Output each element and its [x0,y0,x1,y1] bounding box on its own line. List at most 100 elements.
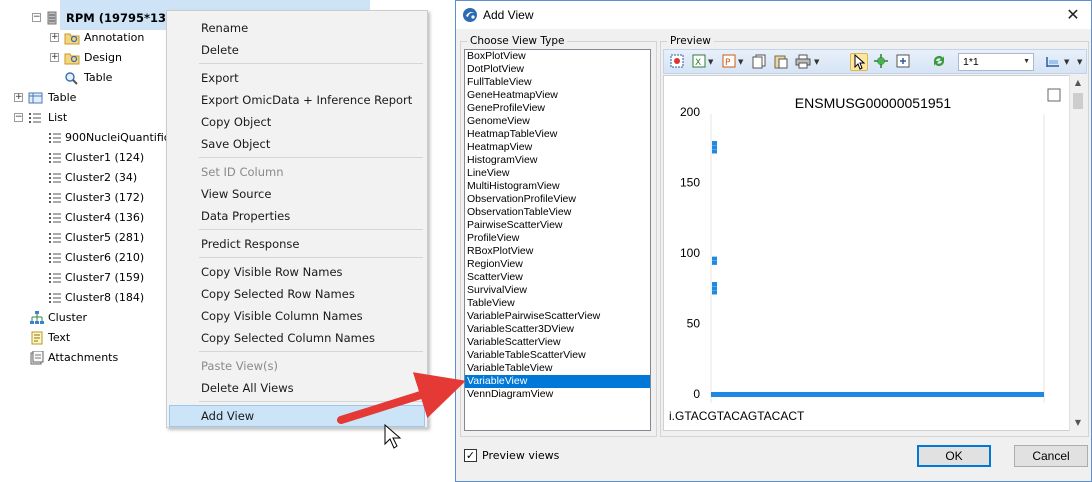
view-type-item[interactable]: ScatterView [465,271,650,284]
menu-item-copy-object[interactable]: Copy Object [201,112,271,132]
data-point [712,141,717,146]
layout-icon[interactable] [1044,53,1062,71]
view-type-item[interactable]: GeneProfileView [465,102,650,115]
data-point [712,145,717,150]
menu-item-delete-all-views[interactable]: Delete All Views [201,378,294,398]
view-type-item[interactable]: VariableTableScatterView [465,349,650,362]
view-type-item[interactable]: VariableView [465,375,650,388]
table-icon [28,91,43,105]
pointer-tool-icon[interactable] [850,53,868,71]
menu-item-copy-visible-row-names[interactable]: Copy Visible Row Names [201,262,343,282]
menu-item-save-object[interactable]: Save Object [201,134,270,154]
menu-item-export-omicdata-inference-report[interactable]: Export OmicData + Inference Report [201,90,412,110]
view-type-item[interactable]: VariableScatter3DView [465,323,650,336]
menu-item-add-view[interactable]: Add View [201,406,254,426]
preview-vertical-scrollbar[interactable]: ▲ ▼ [1069,75,1085,431]
print-icon[interactable] [794,53,812,71]
scroll-down-icon[interactable]: ▼ [1070,415,1086,431]
list-icon [48,251,63,265]
chevron-down-icon[interactable]: ▼ [708,56,716,68]
dialog-titlebar[interactable]: Add View ✕ [456,1,1091,29]
ok-button[interactable]: OK [917,445,991,467]
view-type-item[interactable]: VennDiagramView [465,388,650,401]
view-type-item[interactable]: HeatmapTableView [465,128,650,141]
collapse-icon[interactable]: − [32,13,41,22]
scroll-up-icon[interactable]: ▲ [1070,75,1086,91]
view-type-item[interactable]: DotPlotView [465,63,650,76]
view-type-item[interactable]: HeatmapView [465,141,650,154]
view-type-item[interactable]: BoxPlotView [465,50,650,63]
view-type-item[interactable]: PairwiseScatterView [465,219,650,232]
menu-separator [199,157,423,158]
chevron-down-icon[interactable]: ▼ [814,56,822,68]
menu-item-set-id-column: Set ID Column [201,165,284,179]
view-type-item[interactable]: GenomeView [465,115,650,128]
menu-item-export[interactable]: Export [201,68,239,88]
menu-item-predict-response[interactable]: Predict Response [201,234,300,254]
expand-icon[interactable]: + [50,53,59,62]
refresh-icon[interactable] [930,53,948,71]
add-view-dialog: Add View ✕ Choose View Type BoxPlotView D… [455,0,1092,482]
scrollbar-thumb[interactable] [1073,93,1083,109]
powerpoint-export-icon[interactable]: P [720,53,738,71]
view-type-list[interactable]: BoxPlotView DotPlotView FullTableView GeneH… [464,49,651,431]
view-type-item[interactable]: MultiHistogramView [465,180,650,193]
view-type-item[interactable]: SurvivalView [465,284,650,297]
y-tick-label: 200 [680,105,700,119]
tree-node-label: Cluster [48,311,88,324]
preview-views-label: Preview views [482,449,560,462]
view-type-item[interactable]: FullTableView [465,76,650,89]
preview-views-checkbox[interactable]: ✓ [464,449,477,462]
view-type-item[interactable]: ObservationProfileView [465,193,650,206]
copy-icon[interactable] [750,53,768,71]
view-type-item[interactable]: ObservationTableView [465,206,650,219]
chart-checkbox[interactable] [1047,88,1061,102]
chart-x-label: i.GTACGTACAGTACACT [669,409,805,423]
data-table-icon [46,11,61,25]
menu-item-copy-selected-column-names[interactable]: Copy Selected Column Names [201,328,375,348]
collapse-icon[interactable]: − [14,113,23,122]
menu-item-rename[interactable]: Rename [201,18,248,38]
tree-node-label: Cluster1 (124) [65,151,145,164]
tree-node-label: List [48,111,68,124]
fit-to-window-icon[interactable] [894,53,912,71]
tree-node-label: Design [84,51,122,64]
pan-tool-icon[interactable] [872,53,890,71]
paste-icon[interactable] [772,53,790,71]
list-icon [48,151,63,165]
excel-export-icon[interactable]: X [690,53,708,71]
view-type-item[interactable]: ProfileView [465,232,650,245]
view-type-item[interactable]: HistogramView [465,154,650,167]
menu-separator [199,257,423,258]
menu-separator [199,229,423,230]
view-type-item[interactable]: VariablePairwiseScatterView [465,310,650,323]
app-logo-icon [462,7,478,23]
view-type-item[interactable]: LineView [465,167,650,180]
view-type-item[interactable]: VariableScatterView [465,336,650,349]
view-type-item[interactable]: VariableTableView [465,362,650,375]
zoom-select[interactable]: 1*1 ▼ [958,53,1034,71]
view-type-item[interactable]: TableView [465,297,650,310]
expand-icon[interactable]: + [14,93,23,102]
chevron-down-icon[interactable]: ▼ [1077,56,1085,68]
cancel-button[interactable]: Cancel [1014,445,1088,467]
chevron-down-icon[interactable]: ▼ [1064,56,1072,68]
view-type-item[interactable]: GeneHeatmapView [465,89,650,102]
menu-item-data-properties[interactable]: Data Properties [201,206,290,226]
dialog-title: Add View [483,8,534,22]
view-type-item[interactable]: RBoxPlotView [465,245,650,258]
tree-node-label: Table [48,91,77,104]
menu-item-copy-visible-column-names[interactable]: Copy Visible Column Names [201,306,363,326]
view-type-item[interactable]: RegionView [465,258,650,271]
context-menu: Rename Delete Export Export OmicData + Infe… [166,10,428,428]
menu-item-view-source[interactable]: View Source [201,184,271,204]
expand-icon[interactable]: + [50,33,59,42]
preview-label: Preview [667,34,714,48]
chevron-down-icon[interactable]: ▼ [738,56,746,68]
preview-canvas[interactable]: ENSMUSG00000051951 0 50 100 150 200 i.GTACGT… [663,75,1073,431]
menu-item-copy-selected-row-names[interactable]: Copy Selected Row Names [201,284,355,304]
list-icon [48,271,63,285]
close-icon[interactable]: ✕ [1061,5,1085,25]
menu-item-delete[interactable]: Delete [201,40,239,60]
select-all-icon[interactable] [668,53,686,71]
